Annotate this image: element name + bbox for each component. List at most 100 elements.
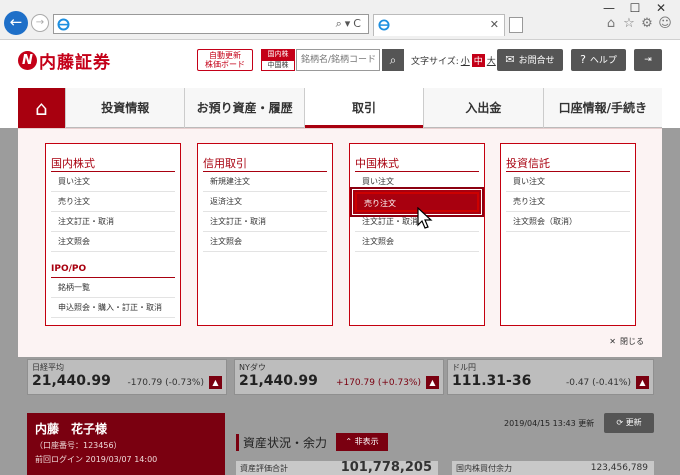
column-subtitle: IPO/PO (51, 260, 175, 278)
address-bar[interactable]: ⌕▾C (53, 14, 369, 34)
menu-item-modify-cancel[interactable]: 注文訂正・取消 (51, 212, 175, 232)
chart-icon[interactable]: ▲ (209, 376, 222, 389)
menu-column-china-stock: 中国株式 買い注文 売り注文 注文訂正・取消 注文照会 (349, 143, 485, 326)
asset-value: 101,778,205 (340, 460, 432, 475)
asset-row-buying-power: 国内株買付余力 123,456,789 (452, 461, 654, 475)
logo-mark-icon: N (18, 50, 37, 70)
ticker-label: NYダウ (239, 363, 266, 372)
home-icon[interactable]: ⌂ (602, 16, 620, 31)
ticker-value: 111.31-36 (452, 373, 532, 389)
menu-item-order-inquiry[interactable]: 注文照会 (51, 232, 175, 252)
main-nav: ⌂ 投資情報 お預り資産・履歴 取引 入出金 口座情報/手続き (18, 88, 662, 136)
auto-board-line2: 株価ボード (205, 60, 245, 69)
menu-item-order-inquiry[interactable]: 注文照会 (355, 232, 479, 252)
close-icon: ✕ (609, 337, 616, 346)
menu-item-ipo-list[interactable]: 銘柄一覧 (51, 278, 175, 298)
hide-button[interactable]: ⌃ 非表示 (336, 433, 388, 451)
font-size-medium[interactable]: 中 (471, 54, 485, 67)
forward-arrow-icon[interactable]: → (31, 14, 49, 32)
menu-item-ipo-apply[interactable]: 申込照会・購入・訂正・取消 (51, 298, 175, 318)
home-icon[interactable]: ⌂ (18, 88, 65, 128)
caret-up-icon: ⌃ (345, 437, 355, 446)
minimize-icon[interactable]: — (596, 1, 622, 15)
ticker-change: -170.79 (-0.73%) (127, 378, 204, 388)
menu-item-modify-cancel[interactable]: 注文訂正・取消 (203, 212, 327, 232)
market-domestic[interactable]: 国内株 (261, 49, 295, 60)
auto-board-button[interactable]: 自動更新 株価ボード (197, 49, 253, 71)
site-logo[interactable]: N 内藤証券 (18, 50, 111, 73)
column-title: 国内株式 (51, 144, 175, 172)
menu-item-buy-order[interactable]: 買い注文 (355, 172, 479, 192)
menu-item-buy-order[interactable]: 買い注文 (51, 172, 175, 192)
tab-ie-icon (378, 19, 390, 31)
ticker-nydow: NYダウ 21,440.99 +170.79 (+0.73%) ▲ (234, 359, 444, 395)
help-button[interactable]: ? ヘルプ (571, 49, 626, 71)
nav-item-assets-history[interactable]: お預り資産・履歴 (184, 88, 303, 128)
nav-item-account-info[interactable]: 口座情報/手続き (542, 88, 662, 128)
logo-text: 内藤証券 (39, 52, 111, 73)
updated-timestamp: 2019/04/15 13:43 更新 (504, 419, 595, 428)
ticker-change: +170.79 (+0.73%) (335, 378, 421, 388)
contact-button[interactable]: ✉ お問合せ (497, 49, 563, 71)
menu-column-domestic-stock: 国内株式 買い注文 売り注文 注文訂正・取消 注文照会 IPO/PO 銘柄一覧 … (45, 143, 181, 326)
market-selector[interactable]: 国内株 中国株 (261, 49, 295, 71)
contact-label: お問合せ (518, 56, 555, 66)
menu-item-buy-order[interactable]: 買い注文 (506, 172, 630, 192)
ticker-value: 21,440.99 (239, 373, 318, 389)
hide-label: 非表示 (354, 437, 379, 446)
menu-item-sell-order[interactable]: 売り注文 (506, 192, 630, 212)
auto-board-line1: 自動更新 (209, 51, 241, 60)
market-china[interactable]: 中国株 (261, 60, 295, 71)
star-icon[interactable]: ☆ (620, 16, 638, 31)
menu-item-sell-order[interactable]: 売り注文 (51, 192, 175, 212)
asset-label: 国内株買付余力 (456, 464, 512, 473)
chart-icon[interactable]: ▲ (636, 376, 649, 389)
font-size-selector: 文字サイズ: 小中大 (411, 54, 496, 67)
chart-icon[interactable]: ▲ (426, 376, 439, 389)
font-size-large[interactable]: 大 (487, 54, 496, 67)
asset-label: 資産評価合計 (240, 464, 288, 473)
account-number: （口座番号：123456） (35, 441, 122, 450)
ticker-label: ドル円 (452, 363, 476, 372)
new-tab-icon[interactable] (509, 17, 523, 33)
ticker-usdjpy: ドル円 111.31-36 -0.47 (-0.41%) ▲ (447, 359, 654, 395)
font-size-small[interactable]: 小 (461, 54, 470, 67)
last-login: 前回ログイン 2019/03/07 14:00 (35, 455, 158, 464)
browser-tools: ⌂ ☆ ⚙ ☺ (602, 16, 674, 31)
tab-close-icon[interactable]: ✕ (490, 18, 499, 31)
font-size-label: 文字サイズ: (411, 57, 459, 67)
logout-icon: ⇥ (644, 55, 652, 65)
browser-tab[interactable]: ✕ (373, 14, 505, 36)
menu-item-new-position[interactable]: 新規建注文 (203, 172, 327, 192)
trade-dropdown-menu: 国内株式 買い注文 売り注文 注文訂正・取消 注文照会 IPO/PO 銘柄一覧 … (18, 128, 662, 357)
smiley-icon[interactable]: ☺ (656, 16, 674, 31)
search-icon[interactable]: ⌕ (382, 49, 404, 71)
close-window-icon[interactable]: ✕ (648, 1, 674, 15)
refresh-button[interactable]: ⟳ 更新 (604, 413, 654, 433)
menu-item-repay-order[interactable]: 返済注文 (203, 192, 327, 212)
close-label: 閉じる (620, 337, 644, 346)
stock-search-input[interactable] (296, 49, 380, 71)
refresh-icon: ⟳ (616, 418, 626, 427)
logout-button[interactable]: ⇥ (634, 49, 662, 71)
close-menu-link[interactable]: ✕ 閉じる (609, 336, 644, 347)
user-name: 内藤 花子様 (35, 422, 108, 436)
menu-item-order-inquiry-cancel[interactable]: 注文照会（取消） (506, 212, 630, 232)
menu-column-investment-trust: 投資信託 買い注文 売り注文 注文照会（取消） (500, 143, 636, 326)
nav-item-deposit-withdraw[interactable]: 入出金 (423, 88, 542, 128)
ticker-value: 21,440.99 (32, 373, 111, 389)
nav-item-investment-info[interactable]: 投資情報 (65, 88, 184, 128)
ticker-label: 日経平均 (32, 363, 64, 372)
assets-title: 資産状況・余力 (236, 434, 327, 451)
gear-icon[interactable]: ⚙ (638, 16, 656, 31)
back-arrow-icon[interactable]: ← (4, 11, 28, 35)
asset-row-total: 資産評価合計 101,778,205 (236, 460, 438, 475)
browser-chrome: ← → ⌕▾C ✕ — ☐ ✕ ⌂ ☆ ⚙ ☺ (0, 0, 680, 40)
column-title: 信用取引 (203, 144, 327, 172)
column-title: 投資信託 (506, 144, 630, 172)
maximize-icon[interactable]: ☐ (622, 1, 648, 15)
nav-item-trade[interactable]: 取引 (303, 88, 424, 136)
mouse-cursor-icon (417, 207, 433, 229)
address-tools[interactable]: ⌕▾C (336, 17, 364, 31)
menu-item-order-inquiry[interactable]: 注文照会 (203, 232, 327, 252)
